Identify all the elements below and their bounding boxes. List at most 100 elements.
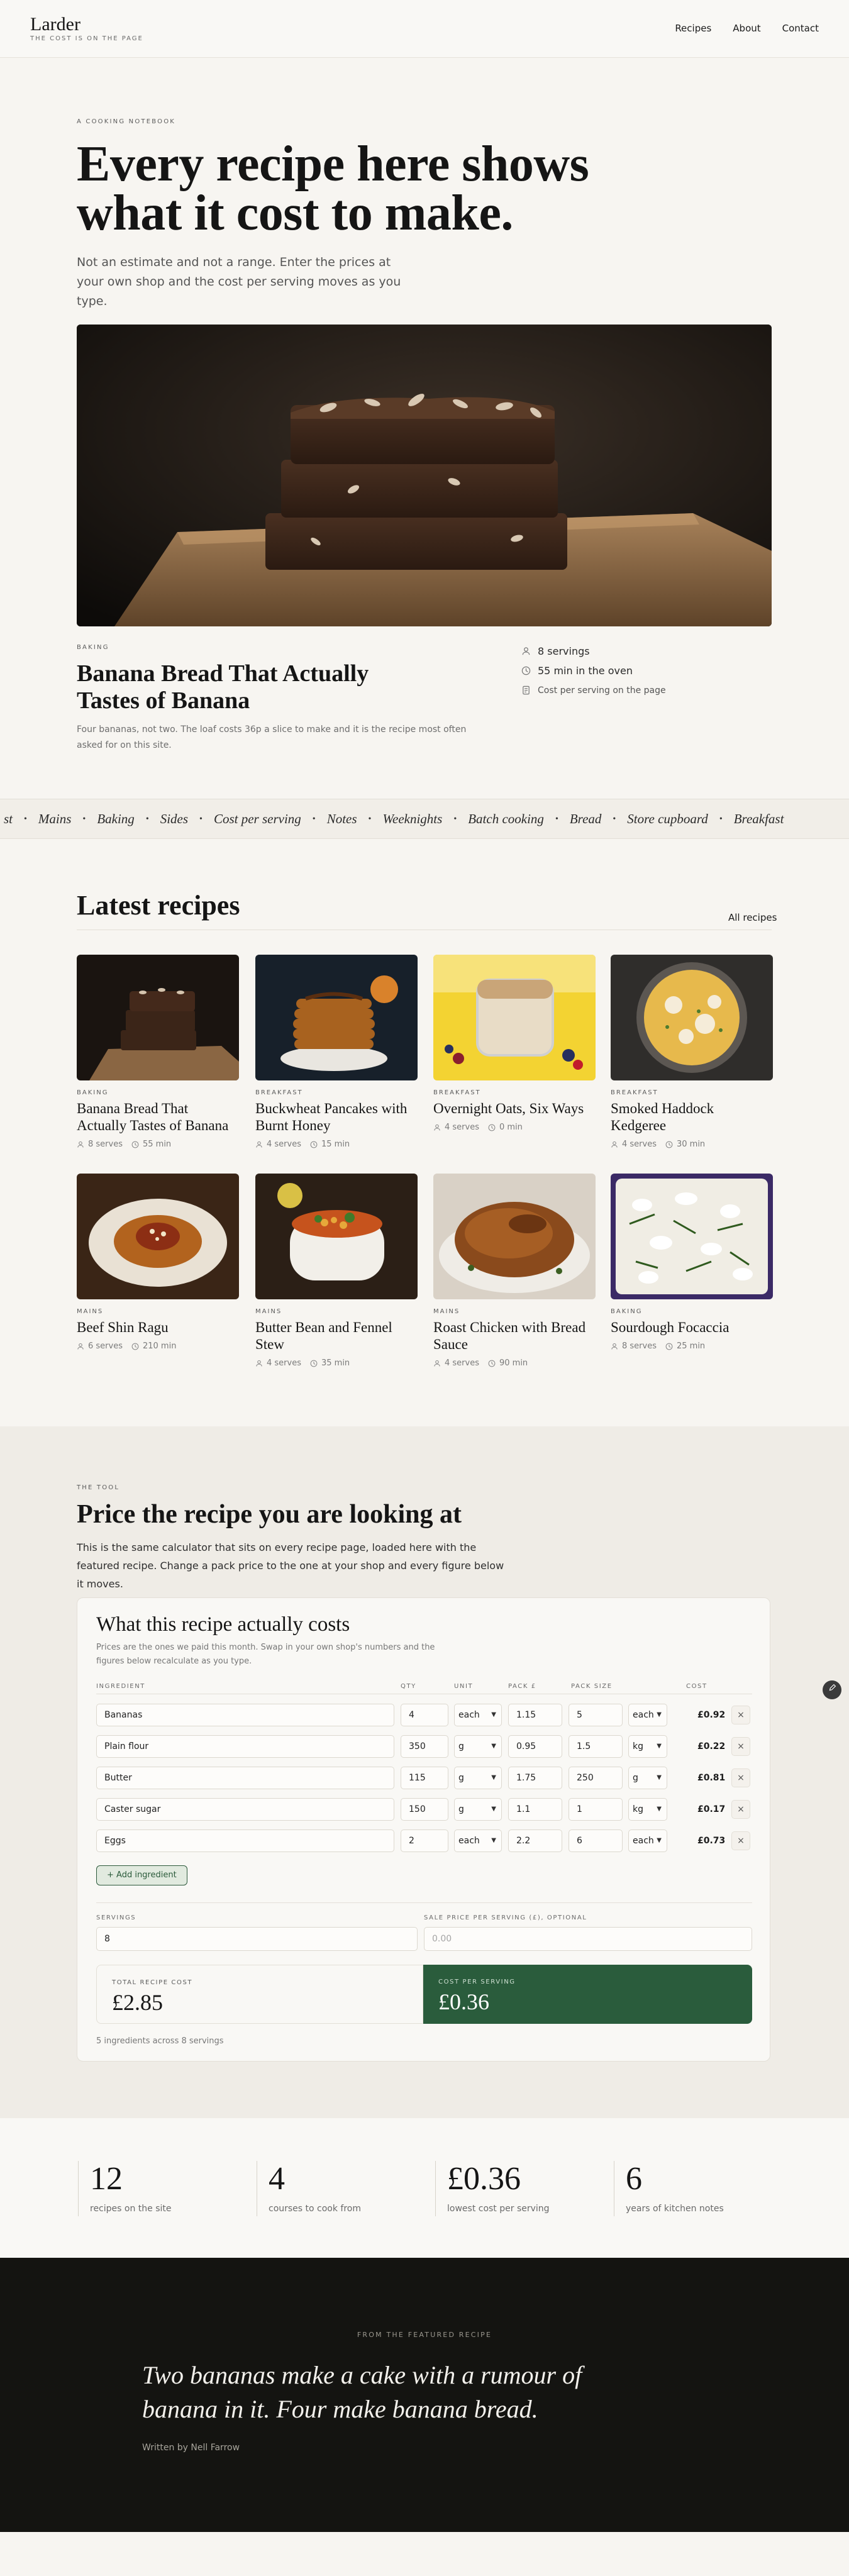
qty-input[interactable]: 2 [401,1829,448,1852]
ticker-item[interactable]: Weeknights [371,811,453,828]
qty-input[interactable]: 350 [401,1735,448,1758]
main-nav: Recipes About Contact [675,23,819,34]
pencil-icon[interactable] [823,1680,841,1699]
recipe-thumbnail[interactable] [77,955,239,1080]
ticker-item[interactable]: Bread [558,811,613,828]
site-logo[interactable]: Larder [30,14,80,35]
pack-unit-select[interactable]: each ▼ [628,1704,667,1726]
pack-price-input[interactable]: 0.95 [508,1735,562,1758]
recipe-thumbnail[interactable] [255,955,418,1080]
recipe-title[interactable]: Smoked Haddock Kedgeree [611,1100,773,1134]
col-unit: UNIT [454,1683,474,1690]
recipe-title[interactable]: Roast Chicken with Bread Sauce [433,1319,596,1353]
recipe-card[interactable]: BREAKFAST Overnight Oats, Six Ways 4 serve… [433,955,596,1132]
recipe-title[interactable]: Butter Bean and Fennel Stew [255,1319,418,1353]
unit-select[interactable]: g ▼ [454,1798,502,1821]
ticker-item[interactable]: Store cupboard [616,811,719,828]
pack-size-input[interactable]: 5 [569,1704,623,1726]
qty-input[interactable]: 115 [401,1767,448,1789]
recipe-meta: 6 serves 210 min [77,1341,239,1351]
unit-select[interactable]: each ▼ [454,1829,502,1852]
recipe-time: 210 min [131,1341,176,1351]
tool-lede: This is the same calculator that sits on… [77,1541,504,1590]
ingredient-name-input[interactable]: Plain flour [96,1735,394,1758]
unit-select[interactable]: g ▼ [454,1767,502,1789]
recipe-thumbnail[interactable] [433,1174,596,1299]
recipe-card[interactable]: BREAKFAST Buckwheat Pancakes with Burnt H… [255,955,418,1149]
page-footer-space [0,2532,849,2576]
recipe-card[interactable]: BREAKFAST Smoked Haddock Kedgeree 4 serves… [611,955,773,1149]
quote-band: FROM THE FEATURED RECIPE Two bananas mak… [0,2258,849,2532]
pack-price-input[interactable]: 2.2 [508,1829,562,1852]
recipe-category: MAINS [255,1308,282,1315]
col-pack-size: PACK SIZE [571,1683,613,1690]
servings-input[interactable]: 8 [96,1927,418,1951]
remove-ingredient-button[interactable]: × [731,1800,750,1819]
clock-icon [131,1343,139,1350]
pack-price-input[interactable]: 1.75 [508,1767,562,1789]
pack-size-input[interactable]: 6 [569,1829,623,1852]
recipe-thumbnail[interactable] [611,955,773,1080]
add-ingredient-button[interactable]: + Add ingredient [96,1865,187,1885]
ticker-item[interactable]: Sides [149,811,199,828]
pack-unit-select[interactable]: g ▼ [628,1767,667,1789]
pack-size-input[interactable]: 1.5 [569,1735,623,1758]
ticker-item[interactable]: Mains [27,811,83,828]
recipe-thumbnail[interactable] [77,1174,239,1299]
recipe-meta: 8 serves 25 min [611,1341,773,1351]
pack-unit-select[interactable]: kg ▼ [628,1798,667,1821]
recipe-thumbnail[interactable] [255,1174,418,1299]
pack-price-input[interactable]: 1.15 [508,1704,562,1726]
recipe-card[interactable]: BAKING Banana Bread That Actually Tastes … [77,955,239,1149]
recipe-title[interactable]: Overnight Oats, Six Ways [433,1100,596,1117]
remove-ingredient-button[interactable]: × [731,1706,750,1724]
stat-label: recipes on the site [90,2204,172,2214]
recipe-title[interactable]: Beef Shin Ragu [77,1319,239,1336]
ingredient-name-input[interactable]: Bananas [96,1704,394,1726]
featured-image[interactable] [77,325,772,626]
total-cost-value: £2.85 [112,1990,163,2015]
recipe-title[interactable]: Sourdough Focaccia [611,1319,773,1336]
unit-select[interactable]: g ▼ [454,1735,502,1758]
qty-input[interactable]: 150 [401,1798,448,1821]
featured-title[interactable]: Banana Bread That Actually Tastes of Ban… [77,660,429,714]
chevron-down-icon: ▼ [491,1743,496,1750]
recipe-title[interactable]: Banana Bread That Actually Tastes of Ban… [77,1100,239,1134]
recipe-time-text: 30 min [676,1140,706,1149]
pack-unit-select[interactable]: kg ▼ [628,1735,667,1758]
ticker-item[interactable]: Breakfast [723,811,796,828]
recipe-title[interactable]: Buckwheat Pancakes with Burnt Honey [255,1100,418,1134]
pack-price-input[interactable]: 1.1 [508,1798,562,1821]
ticker-item[interactable]: st [0,811,24,828]
recipe-thumbnail[interactable] [611,1174,773,1299]
remove-ingredient-button[interactable]: × [731,1831,750,1850]
recipe-card[interactable]: BAKING Sourdough Focaccia 8 serves 25 min [611,1174,773,1351]
ticker-item[interactable]: Cost per serving [203,811,313,828]
ingredient-name-input[interactable]: Caster sugar [96,1798,394,1821]
ingredient-name-input[interactable]: Butter [96,1767,394,1789]
recipe-card[interactable]: MAINS Butter Bean and Fennel Stew 4 serves… [255,1174,418,1368]
ticker-item[interactable]: Batch cooking [457,811,555,828]
ticker-item[interactable]: Baking [86,811,145,828]
ingredient-name-input[interactable]: Eggs [96,1829,394,1852]
user-icon [521,646,531,657]
pack-size-input[interactable]: 250 [569,1767,623,1789]
ticker-item[interactable]: Notes [316,811,369,828]
recipe-thumbnail[interactable] [433,955,596,1080]
nav-recipes[interactable]: Recipes [675,23,711,34]
recipe-serves: 4 serves [433,1123,479,1132]
remove-ingredient-button[interactable]: × [731,1768,750,1787]
unit-select[interactable]: each ▼ [454,1704,502,1726]
nav-contact[interactable]: Contact [782,23,819,34]
remove-ingredient-button[interactable]: × [731,1737,750,1756]
sale-price-input[interactable]: 0.00 [424,1927,752,1951]
recipe-meta: 4 serves 30 min [611,1140,773,1149]
recipe-card[interactable]: MAINS Roast Chicken with Bread Sauce 4 ser… [433,1174,596,1368]
nav-about[interactable]: About [733,23,760,34]
all-recipes-link[interactable]: All recipes [728,912,777,923]
recipe-card[interactable]: MAINS Beef Shin Ragu 6 serves 210 min [77,1174,239,1351]
pack-unit-select[interactable]: each ▼ [628,1829,667,1852]
qty-input[interactable]: 4 [401,1704,448,1726]
pack-size-input[interactable]: 1 [569,1798,623,1821]
recipe-category: BAKING [77,1089,109,1096]
